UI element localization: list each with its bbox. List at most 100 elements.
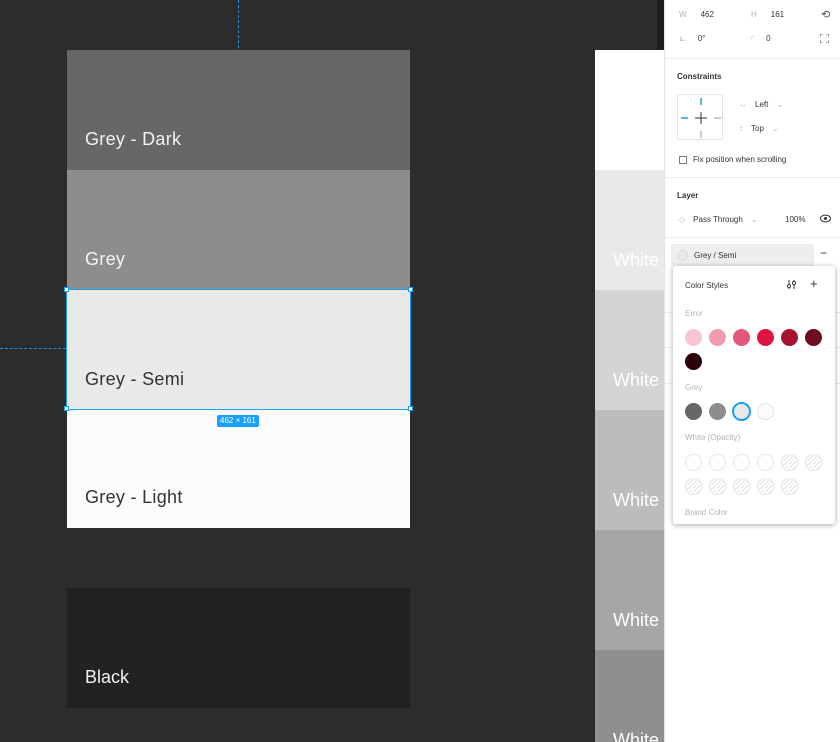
color-style-swatch-grey[interactable] <box>732 402 751 421</box>
resize-handle-bottom-left[interactable] <box>64 406 69 411</box>
swatch-grey-dark[interactable]: Grey - Dark <box>67 50 410 170</box>
color-styles-popover: Color Styles + Error Grey White (Opacity… <box>673 266 835 524</box>
eye-icon[interactable] <box>820 214 831 223</box>
rotation-value: 0° <box>697 34 706 43</box>
swatch-grey[interactable]: Grey <box>67 170 410 290</box>
color-style-swatch-grey[interactable] <box>757 403 774 420</box>
constrain-proportions-icon[interactable]: ⟲ <box>821 8 830 21</box>
swatch-white-1[interactable]: White <box>595 50 664 170</box>
height-value: 161 <box>770 10 785 19</box>
color-style-swatch-error[interactable] <box>733 329 750 346</box>
constraint-widget[interactable] <box>677 94 723 140</box>
swatch-grey-light[interactable]: Grey - Light <box>67 410 410 528</box>
color-style-swatch-white-opacity[interactable] <box>685 478 702 495</box>
swatch-white-4[interactable]: White <box>595 410 664 530</box>
color-style-swatch-white-opacity[interactable] <box>781 454 798 471</box>
horizontal-constraint-value: Left <box>755 100 769 109</box>
group-label-grey: Grey <box>685 383 703 392</box>
rotation-icon: ⊾ <box>679 34 686 43</box>
swatch-label: White <box>613 130 660 150</box>
width-value: 462 <box>700 10 714 19</box>
layer-title: Layer <box>677 191 699 200</box>
fill-style-name: Grey / Semi <box>694 251 737 260</box>
section-divider <box>665 177 840 178</box>
swatch-black[interactable]: Black <box>67 588 410 708</box>
color-style-swatch-error[interactable] <box>757 329 774 346</box>
blend-mode-icon: ◇ <box>679 215 686 224</box>
color-style-swatch-grey[interactable] <box>685 403 702 420</box>
vertical-constraint-select[interactable]: ↕ Top ⌄ <box>739 124 779 133</box>
canvas-scroll-edge <box>657 0 664 50</box>
group-label-brand-color: Brand Color <box>685 508 728 517</box>
swatch-label: Grey - Dark <box>85 129 182 149</box>
color-style-swatch-error[interactable] <box>781 329 798 346</box>
swatch-label: Grey <box>85 249 126 269</box>
swatch-white-6[interactable]: White <box>595 650 664 742</box>
color-style-swatch-error[interactable] <box>685 353 702 370</box>
color-style-swatch-white-opacity[interactable] <box>757 478 774 495</box>
swatch-label: Black <box>85 667 130 687</box>
fix-position-checkbox[interactable]: Fix position when scrolling <box>679 155 786 164</box>
swatch-label: White <box>613 250 660 270</box>
rotation-field[interactable]: ⊾ 0° <box>679 34 705 43</box>
color-style-swatch-white-opacity[interactable] <box>805 454 822 471</box>
color-style-swatch-white-opacity[interactable] <box>709 454 726 471</box>
constraint-diagram-icon <box>681 98 721 138</box>
resize-handle-top-left[interactable] <box>64 287 69 292</box>
vertical-arrows-icon: ↕ <box>739 124 743 133</box>
add-style-icon[interactable]: + <box>810 276 818 291</box>
dimension-badge: 462 × 161 <box>217 415 259 427</box>
chevron-down-icon: ⌄ <box>776 100 784 109</box>
color-style-swatch-white-opacity[interactable] <box>733 478 750 495</box>
color-style-swatch-error[interactable] <box>709 329 726 346</box>
color-style-swatch-error[interactable] <box>805 329 822 346</box>
swatch-white-2[interactable]: White <box>595 170 664 290</box>
color-style-swatch-error[interactable] <box>685 329 702 346</box>
color-style-swatch-white-opacity[interactable] <box>781 478 798 495</box>
corner-radius-icon: ◜ <box>751 34 755 43</box>
swatch-white-3[interactable]: White <box>595 290 664 410</box>
swatch-label: Grey - Semi <box>85 369 185 389</box>
fill-style-row[interactable]: Grey / Semi <box>671 244 814 266</box>
chevron-down-icon: ⌄ <box>750 215 758 224</box>
swatch-label: White <box>613 610 660 630</box>
color-style-swatch-white-opacity[interactable] <box>685 454 702 471</box>
group-label-error: Error <box>685 309 703 318</box>
color-style-swatch-white-opacity[interactable] <box>733 454 750 471</box>
checkbox-box[interactable] <box>679 155 687 164</box>
section-divider <box>665 58 840 59</box>
height-field[interactable]: H 161 <box>751 10 784 19</box>
constraints-title: Constraints <box>677 72 722 81</box>
design-canvas[interactable]: Grey - Dark Grey Grey - Semi Grey - Ligh… <box>0 0 664 742</box>
chevron-down-icon: ⌄ <box>771 124 779 133</box>
width-field[interactable]: W 462 <box>679 10 714 19</box>
fill-color-chip <box>677 250 688 261</box>
color-style-swatch-white-opacity[interactable] <box>709 478 726 495</box>
horizontal-arrows-icon: ↔ <box>739 100 747 109</box>
horizontal-constraint-select[interactable]: ↔ Left ⌄ <box>739 100 783 109</box>
blend-mode-select[interactable]: ◇ Pass Through ⌄ <box>679 215 758 224</box>
color-style-swatch-white-opacity[interactable] <box>757 454 774 471</box>
corner-radius-value: 0 <box>766 34 771 43</box>
blend-mode-value: Pass Through <box>693 215 743 224</box>
opacity-field[interactable]: 100% <box>785 215 805 224</box>
list-view-icon[interactable] <box>786 279 797 290</box>
swatch-label: White <box>613 490 660 510</box>
swatch-label: White <box>613 730 660 742</box>
layout-guide-horizontal <box>0 348 66 349</box>
remove-fill-icon[interactable]: − <box>820 247 827 259</box>
swatch-label: White <box>613 370 660 390</box>
opacity-value: 100% <box>785 215 806 224</box>
color-styles-title: Color Styles <box>685 281 729 290</box>
height-label: H <box>751 10 757 19</box>
swatch-grey-semi[interactable]: Grey - Semi <box>67 290 410 410</box>
resize-handle-top-right[interactable] <box>408 287 413 292</box>
group-label-white-opacity: White (Opacity) <box>685 433 741 442</box>
resize-handle-bottom-right[interactable] <box>408 406 413 411</box>
vertical-constraint-value: Top <box>751 124 764 133</box>
section-divider <box>665 237 840 238</box>
independent-corners-icon[interactable] <box>820 34 829 43</box>
color-style-swatch-grey[interactable] <box>709 403 726 420</box>
swatch-white-5[interactable]: White <box>595 530 664 650</box>
corner-radius-field[interactable]: ◜ 0 <box>751 34 771 43</box>
